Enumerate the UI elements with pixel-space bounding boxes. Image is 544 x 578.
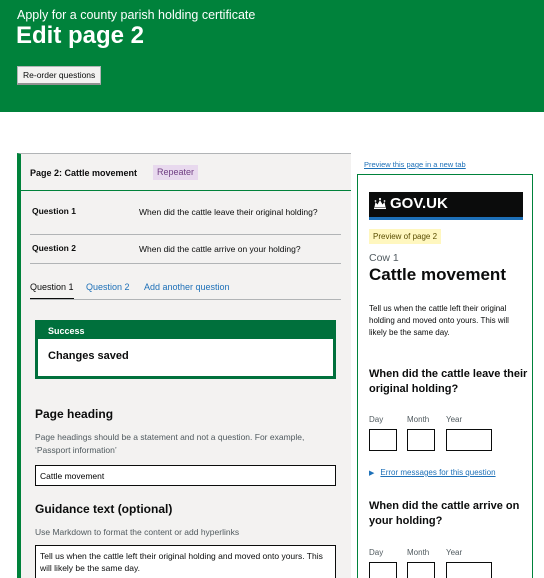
page-heading-hint: Page headings should be a statement and … [35,432,305,455]
question-text: When did the cattle arrive on your holdi… [139,244,301,254]
page-header: Apply for a county parish holding certif… [0,0,544,112]
month-input[interactable] [407,562,435,578]
triangle-right-icon: ▶ [369,470,375,477]
guidance-text-textarea[interactable]: Tell us when the cattle left their origi… [35,545,336,578]
crown-icon [374,197,386,209]
error-messages-link[interactable]: Error messages for this question [380,468,495,477]
question-number: Question 2 [32,243,76,253]
year-input[interactable] [446,562,492,578]
question-row: Question 2 When did the cattle arrive on… [30,235,341,264]
preview-question-2: When did the cattle arrive on your holdi… [369,500,520,527]
month-label: Month [407,415,430,424]
preview-question-1: When did the cattle leave their original… [369,368,528,395]
tab-question-2[interactable]: Question 2 [86,282,130,292]
preview-caption: Cow 1 [369,252,399,264]
service-name: Apply for a county parish holding certif… [17,8,256,22]
page-heading-input[interactable] [35,465,336,486]
month-input[interactable] [407,429,435,451]
year-label: Year [446,415,463,424]
govuk-logo-text: GOV.UK [390,195,448,212]
error-messages-details[interactable]: ▶ Error messages for this question [369,468,496,477]
govuk-header: GOV.UK [369,192,523,220]
day-input[interactable] [369,562,397,578]
editor-page-title: Page 2: Cattle movement [30,168,138,178]
preview-heading: Cattle movement [369,265,506,284]
preview-new-tab-link[interactable]: Preview this page in a new tab [364,160,466,169]
editor-header: Page 2: Cattle movement Repeater [21,154,351,191]
month-label: Month [407,548,430,557]
repeater-tag: Repeater [153,165,199,180]
tab-add-another-question[interactable]: Add another question [144,282,230,292]
page-preview-panel: GOV.UK Preview of page 2 Cow 1 Cattle mo… [357,174,533,578]
success-message: Changes saved [48,350,129,362]
day-label: Day [369,415,384,424]
day-input[interactable] [369,429,397,451]
page-heading-label: Page heading [35,407,114,421]
success-banner: Success Changes saved [35,320,336,379]
guidance-text-hint: Use Markdown to format the content or ad… [35,527,240,537]
question-tabs: Question 1 Question 2 Add another questi… [30,278,341,300]
page-title: Edit page 2 [16,22,145,49]
question-number: Question 1 [32,206,76,216]
question-text: When did the cattle leave their original… [139,207,318,217]
success-heading: Success [38,323,333,339]
page-editor-panel: Page 2: Cattle movement Repeater Questio… [17,153,351,578]
year-input[interactable] [446,429,492,451]
day-label: Day [369,548,384,557]
guidance-text-label: Guidance text (optional) [35,502,173,516]
preview-guidance-text: Tell us when the cattle left their origi… [369,304,509,337]
reorder-questions-button[interactable]: Re-order questions [17,66,102,85]
question-row: Question 1 When did the cattle leave the… [30,191,341,235]
year-label: Year [446,548,463,557]
preview-tag: Preview of page 2 [369,229,442,244]
tab-question-1[interactable]: Question 1 [30,282,74,299]
